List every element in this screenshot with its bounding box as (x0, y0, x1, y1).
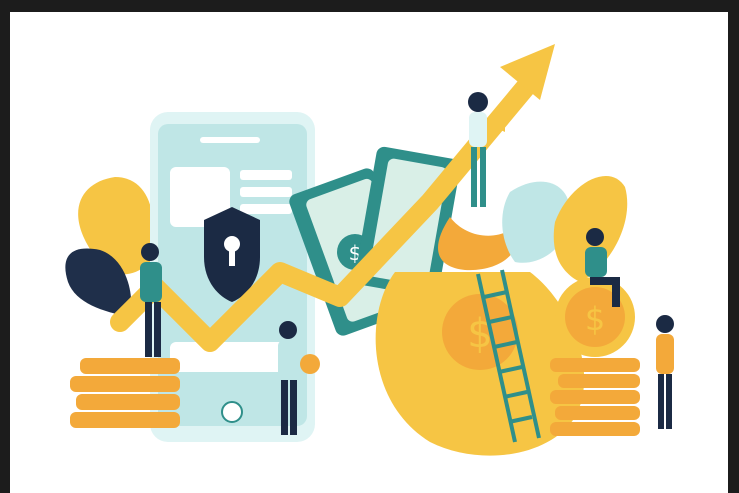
svg-text:$: $ (585, 300, 605, 338)
coin-stack-right (550, 358, 640, 436)
finance-illustration: $ $ $ (65, 44, 674, 456)
image-frame: $ $ $ (0, 0, 739, 493)
right-leaves (502, 175, 628, 282)
dollar-coin-icon: $ (555, 277, 635, 357)
illustration-canvas: $ $ $ (10, 12, 728, 493)
